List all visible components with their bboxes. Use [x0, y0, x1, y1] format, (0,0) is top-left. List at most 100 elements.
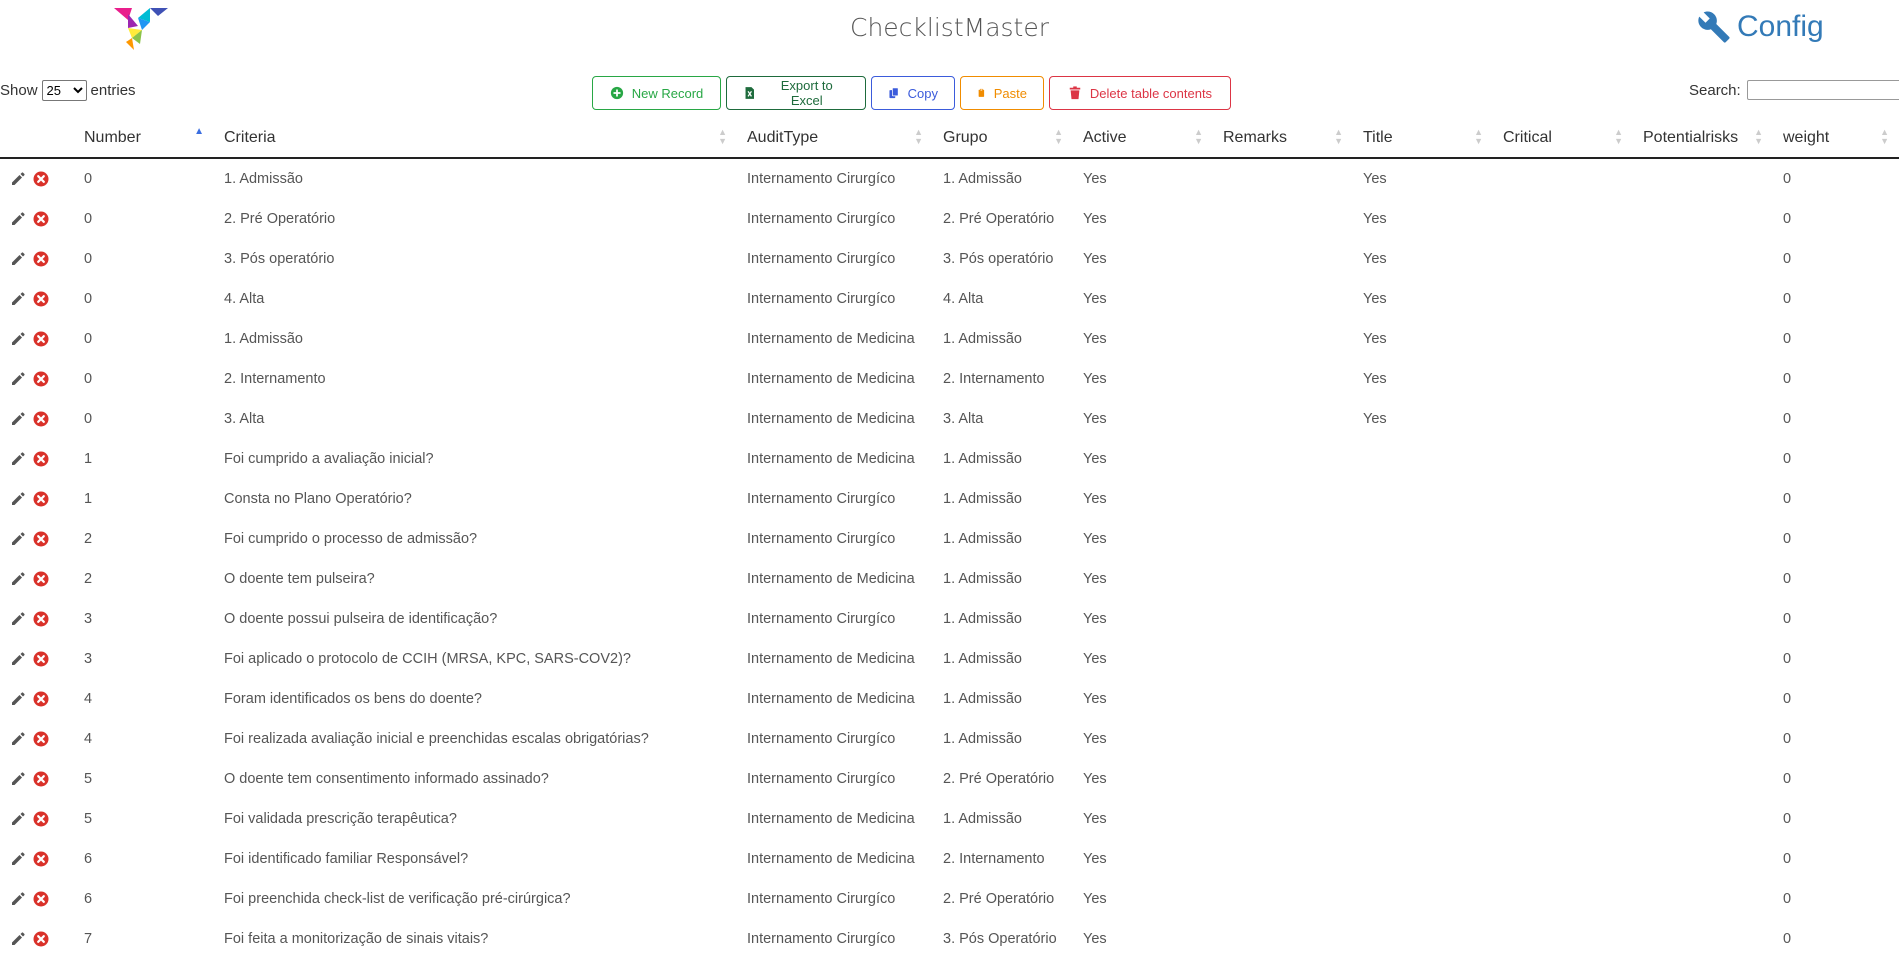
cell-audittype: Internamento Cirurgíco: [747, 291, 896, 307]
column-header-criteria[interactable]: Criteria ▲ ▼: [214, 118, 737, 159]
table-row[interactable]: 1 Consta no Plano Operatório? Internamento…: [0, 479, 1899, 519]
column-header-active[interactable]: Active ▲ ▼: [1073, 118, 1213, 159]
table-row[interactable]: 6 Foi identificado familiar Responsável? I…: [0, 839, 1899, 879]
page-length-select[interactable]: 25: [41, 80, 87, 101]
cell-criteria: 2. Internamento: [224, 371, 326, 387]
column-header-potentialrisks[interactable]: Potentialrisks ▲ ▼: [1633, 118, 1773, 159]
pencil-edit-icon[interactable]: [10, 851, 26, 867]
copy-button[interactable]: Copy: [871, 76, 955, 110]
cell-active: Yes: [1083, 211, 1107, 227]
pencil-edit-icon[interactable]: [10, 331, 26, 347]
cell-number: 0: [84, 411, 93, 427]
table-row[interactable]: 0 1. Admissão Internamento de Medicina 1. A…: [0, 319, 1899, 359]
delete-circle-icon[interactable]: [33, 691, 49, 707]
pencil-edit-icon[interactable]: [10, 531, 26, 547]
column-header-critical[interactable]: Critical ▲ ▼: [1493, 118, 1633, 159]
new-record-button[interactable]: New Record: [592, 76, 721, 110]
pencil-edit-icon[interactable]: [10, 571, 26, 587]
pencil-edit-icon[interactable]: [10, 811, 26, 827]
pencil-edit-icon[interactable]: [10, 251, 26, 267]
cell-number: 2: [84, 571, 93, 587]
cell-audittype: Internamento Cirurgíco: [747, 171, 896, 187]
column-header-audittype[interactable]: AuditType ▲ ▼: [737, 118, 933, 159]
delete-circle-icon[interactable]: [33, 211, 49, 227]
pencil-edit-icon[interactable]: [10, 771, 26, 787]
table-row[interactable]: 0 1. Admissão Internamento Cirurgíco 1. Adm…: [0, 158, 1899, 199]
pencil-edit-icon[interactable]: [10, 291, 26, 307]
config-link[interactable]: Config: [1697, 10, 1824, 44]
cell-critical: [1493, 879, 1633, 919]
row-action-buttons: [10, 931, 74, 947]
delete-circle-icon[interactable]: [33, 331, 49, 347]
table-row[interactable]: 3 O doente possui pulseira de identificaç…: [0, 599, 1899, 639]
delete-table-contents-button[interactable]: Delete table contents: [1049, 76, 1231, 110]
cell-title: Yes: [1363, 251, 1387, 267]
column-header-weight[interactable]: weight ▲ ▼: [1773, 118, 1899, 159]
table-row[interactable]: 5 O doente tem consentimento informado as…: [0, 759, 1899, 799]
table-row[interactable]: 2 O doente tem pulseira? Internamento de M…: [0, 559, 1899, 599]
table-row[interactable]: 5 Foi validada prescrição terapêutica? Int…: [0, 799, 1899, 839]
cell-weight: 0: [1783, 331, 1792, 347]
table-row[interactable]: 3 Foi aplicado o protocolo de CCIH (MRSA,…: [0, 639, 1899, 679]
delete-circle-icon[interactable]: [33, 611, 49, 627]
pencil-edit-icon[interactable]: [10, 411, 26, 427]
column-header-remarks[interactable]: Remarks ▲ ▼: [1213, 118, 1353, 159]
table-row[interactable]: 1 Foi cumprido a avaliação inicial? Intern…: [0, 439, 1899, 479]
delete-circle-icon[interactable]: [33, 371, 49, 387]
table-row[interactable]: 6 Foi preenchida check-list de verificaçã…: [0, 879, 1899, 919]
delete-circle-icon[interactable]: [33, 451, 49, 467]
config-label: Config: [1737, 10, 1824, 43]
export-excel-button[interactable]: Export to Excel: [726, 76, 866, 110]
row-action-buttons: [10, 451, 74, 467]
cell-critical: [1493, 239, 1633, 279]
delete-circle-icon[interactable]: [33, 411, 49, 427]
cell-number: 5: [84, 811, 93, 827]
table-row[interactable]: 4 Foram identificados os bens do doente? I…: [0, 679, 1899, 719]
cell-title: Yes: [1363, 291, 1387, 307]
cell-criteria: Foi feita a monitorização de sinais vita…: [224, 931, 489, 947]
cell-grupo: 1. Admissão: [943, 331, 1022, 347]
delete-circle-icon[interactable]: [33, 891, 49, 907]
delete-circle-icon[interactable]: [33, 251, 49, 267]
delete-circle-icon[interactable]: [33, 731, 49, 747]
table-row[interactable]: 0 2. Pré Operatório Internamento Cirurgíco…: [0, 199, 1899, 239]
table-row[interactable]: 0 3. Alta Internamento de Medicina 3. Alta Y…: [0, 399, 1899, 439]
table-row[interactable]: 0 3. Pós operatório Internamento Cirurgíco…: [0, 239, 1899, 279]
cell-grupo: 1. Admissão: [943, 691, 1022, 707]
table-row[interactable]: 7 Foi feita a monitorização de sinais vit…: [0, 919, 1899, 959]
pencil-edit-icon[interactable]: [10, 171, 26, 187]
delete-circle-icon[interactable]: [33, 571, 49, 587]
cell-grupo: 2. Internamento: [943, 371, 1045, 387]
cell-weight: 0: [1783, 691, 1792, 707]
delete-circle-icon[interactable]: [33, 651, 49, 667]
column-header-number[interactable]: Number ▲: [74, 118, 214, 159]
pencil-edit-icon[interactable]: [10, 691, 26, 707]
pencil-edit-icon[interactable]: [10, 891, 26, 907]
table-row[interactable]: 2 Foi cumprido o processo de admissão? Int…: [0, 519, 1899, 559]
table-row[interactable]: 0 2. Internamento Internamento de Medicina…: [0, 359, 1899, 399]
delete-circle-icon[interactable]: [33, 931, 49, 947]
column-header-title[interactable]: Title ▲ ▼: [1353, 118, 1493, 159]
delete-circle-icon[interactable]: [33, 771, 49, 787]
pencil-edit-icon[interactable]: [10, 451, 26, 467]
table-row[interactable]: 0 4. Alta Internamento Cirurgíco 4. Alta Yes…: [0, 279, 1899, 319]
pencil-edit-icon[interactable]: [10, 611, 26, 627]
delete-circle-icon[interactable]: [33, 171, 49, 187]
delete-circle-icon[interactable]: [33, 491, 49, 507]
pencil-edit-icon[interactable]: [10, 931, 26, 947]
pencil-edit-icon[interactable]: [10, 211, 26, 227]
column-header-grupo[interactable]: Grupo ▲ ▼: [933, 118, 1073, 159]
pencil-edit-icon[interactable]: [10, 731, 26, 747]
pencil-edit-icon[interactable]: [10, 491, 26, 507]
delete-circle-icon[interactable]: [33, 531, 49, 547]
delete-circle-icon[interactable]: [33, 291, 49, 307]
column-header-label: Number: [84, 128, 141, 146]
pencil-edit-icon[interactable]: [10, 651, 26, 667]
delete-circle-icon[interactable]: [33, 811, 49, 827]
cell-audittype: Internamento de Medicina: [747, 411, 915, 427]
pencil-edit-icon[interactable]: [10, 371, 26, 387]
table-row[interactable]: 4 Foi realizada avaliação inicial e preen…: [0, 719, 1899, 759]
paste-button[interactable]: Paste: [960, 76, 1044, 110]
delete-circle-icon[interactable]: [33, 851, 49, 867]
search-input[interactable]: [1746, 80, 1899, 100]
